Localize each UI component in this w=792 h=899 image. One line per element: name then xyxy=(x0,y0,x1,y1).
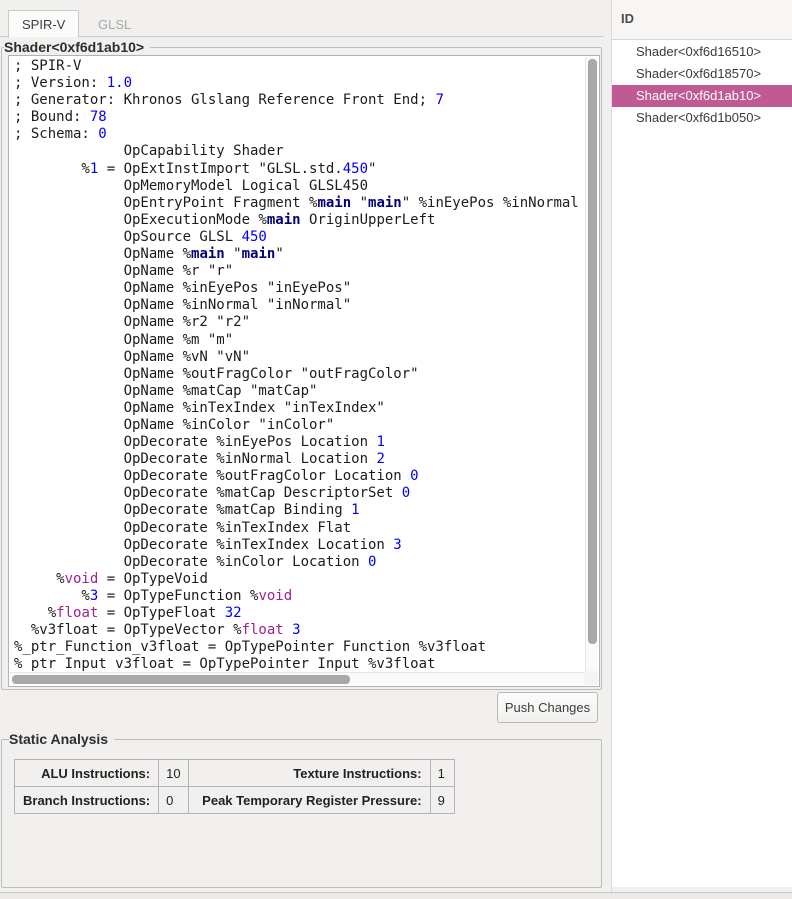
shader-id-item[interactable]: Shader<0xf6d1ab10> xyxy=(612,85,792,107)
code-line: OpName %inEyePos "inEyePos" xyxy=(14,280,584,297)
static-analysis-table: ALU Instructions:10Texture Instructions:… xyxy=(14,759,455,814)
metric-label: Texture Instructions: xyxy=(188,760,430,787)
code-line: OpName %inColor "inColor" xyxy=(14,417,584,434)
code-line: %_ptr_Input_v3float = OpTypePointer Inpu… xyxy=(14,656,584,671)
code-line: %void = OpTypeVoid xyxy=(14,571,584,588)
push-changes-button[interactable]: Push Changes xyxy=(497,692,598,723)
code-line: OpName %r "r" xyxy=(14,263,584,280)
code-line: OpCapability Shader xyxy=(14,143,584,160)
shader-id-item[interactable]: Shader<0xf6d16510> xyxy=(612,41,792,63)
code-line: OpName %r2 "r2" xyxy=(14,314,584,331)
code-line: ; Bound: 78 xyxy=(14,109,584,126)
spirv-code-editor[interactable]: ; SPIR-V; Version: 1.0; Generator: Khron… xyxy=(8,55,600,687)
id-column-header[interactable]: ID xyxy=(612,0,792,40)
code-line: %float = OpTypeFloat 32 xyxy=(14,605,584,622)
code-line: OpDecorate %inNormal Location 2 xyxy=(14,451,584,468)
code-line: ; Schema: 0 xyxy=(14,126,584,143)
code-line: OpName %matCap "matCap" xyxy=(14,383,584,400)
vertical-scrollbar[interactable] xyxy=(585,57,598,671)
vertical-scrollbar-thumb[interactable] xyxy=(588,59,597,644)
code-line: OpName %vN "vN" xyxy=(14,349,584,366)
metrics-row: Branch Instructions:0Peak Temporary Regi… xyxy=(15,787,455,814)
metric-label: Peak Temporary Register Pressure: xyxy=(188,787,430,814)
metric-label: Branch Instructions: xyxy=(15,787,159,814)
shader-debugger-window: SPIR-VGLSL Shader<0xf6d1ab10> ; SPIR-V; … xyxy=(0,0,792,899)
code-line: OpName %main "main" xyxy=(14,246,584,263)
code-line: ; Generator: Khronos Glslang Reference F… xyxy=(14,92,584,109)
spirv-disassembly-text[interactable]: ; SPIR-V; Version: 1.0; Generator: Khron… xyxy=(9,56,584,671)
metric-value: 1 xyxy=(430,760,454,787)
code-line: OpDecorate %inTexIndex Flat xyxy=(14,520,584,537)
tab-spir-v[interactable]: SPIR-V xyxy=(8,10,79,38)
shader-groupbox-title: Shader<0xf6d1ab10> xyxy=(4,39,150,55)
code-line: OpName %m "m" xyxy=(14,332,584,349)
code-line: ; SPIR-V xyxy=(14,58,584,75)
code-line: OpDecorate %matCap Binding 1 xyxy=(14,502,584,519)
shader-id-list: Shader<0xf6d16510>Shader<0xf6d18570>Shad… xyxy=(612,41,792,129)
metric-value: 9 xyxy=(430,787,454,814)
code-line: OpName %outFragColor "outFragColor" xyxy=(14,366,584,383)
id-column-header-label: ID xyxy=(621,11,634,26)
code-line: OpDecorate %inColor Location 0 xyxy=(14,554,584,571)
code-line: OpExecutionMode %main OriginUpperLeft xyxy=(14,212,584,229)
code-line: OpDecorate %matCap DescriptorSet 0 xyxy=(14,485,584,502)
static-analysis-title: Static Analysis xyxy=(9,731,114,747)
code-line: OpName %inNormal "inNormal" xyxy=(14,297,584,314)
code-line: %v3float = OpTypeVector %float 3 xyxy=(14,622,584,639)
shader-id-item[interactable]: Shader<0xf6d1b050> xyxy=(612,107,792,129)
static-analysis-groupbox: Static Analysis ALU Instructions:10Textu… xyxy=(1,739,602,888)
shader-language-tabbar: SPIR-VGLSL xyxy=(0,0,604,37)
horizontal-scrollbar[interactable] xyxy=(10,672,584,685)
code-line: OpName %inTexIndex "inTexIndex" xyxy=(14,400,584,417)
code-line: OpSource GLSL 450 xyxy=(14,229,584,246)
code-line: OpDecorate %inTexIndex Location 3 xyxy=(14,537,584,554)
horizontal-scrollbar-thumb[interactable] xyxy=(12,675,350,684)
status-strip xyxy=(0,892,792,899)
code-line: %3 = OpTypeFunction %void xyxy=(14,588,584,605)
code-line: OpMemoryModel Logical GLSL450 xyxy=(14,178,584,195)
shader-id-item[interactable]: Shader<0xf6d18570> xyxy=(612,63,792,85)
pane-splitter[interactable] xyxy=(604,0,612,892)
code-line: OpDecorate %inEyePos Location 1 xyxy=(14,434,584,451)
code-line: OpDecorate %outFragColor Location 0 xyxy=(14,468,584,485)
code-line: OpEntryPoint Fragment %main "main" %inEy… xyxy=(14,195,584,212)
code-line: %_ptr_Function_v3float = OpTypePointer F… xyxy=(14,639,584,656)
tab-glsl[interactable]: GLSL xyxy=(85,12,144,37)
shader-groupbox: Shader<0xf6d1ab10> ; SPIR-V; Version: 1.… xyxy=(1,47,602,690)
metric-label: ALU Instructions: xyxy=(15,760,159,787)
metric-value: 0 xyxy=(159,787,188,814)
shader-id-panel: ID Shader<0xf6d16510>Shader<0xf6d18570>S… xyxy=(612,0,792,887)
code-line: ; Version: 1.0 xyxy=(14,75,584,92)
code-line: %1 = OpExtInstImport "GLSL.std.450" xyxy=(14,161,584,178)
scrollbar-corner xyxy=(584,671,598,685)
metrics-row: ALU Instructions:10Texture Instructions:… xyxy=(15,760,455,787)
metric-value: 10 xyxy=(159,760,188,787)
